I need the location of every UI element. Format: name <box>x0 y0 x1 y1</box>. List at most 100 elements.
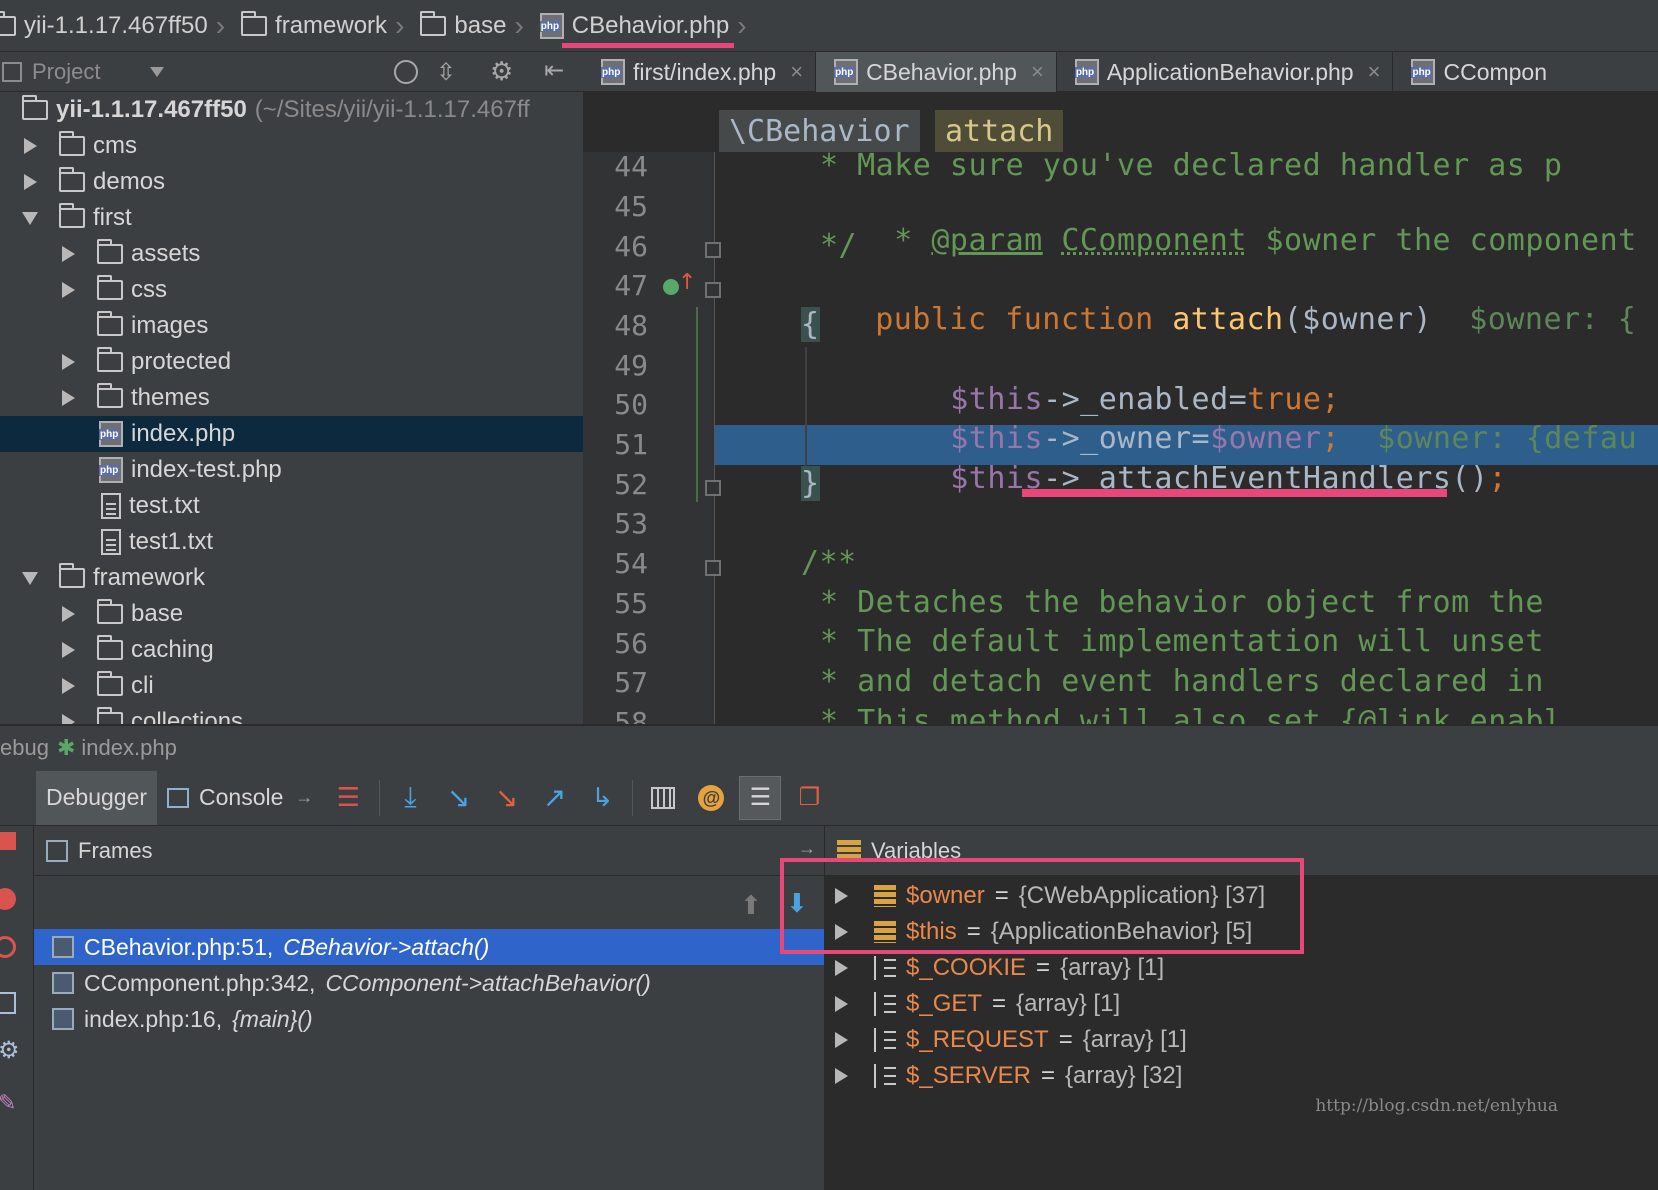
expand-arrow-icon[interactable] <box>62 642 75 658</box>
step-out-button[interactable]: ↗ <box>530 776 578 820</box>
expand-arrow-icon[interactable] <box>835 960 848 976</box>
overrides-arrow-icon[interactable]: ↑ <box>678 270 696 295</box>
tree-item-css[interactable]: css <box>0 272 583 308</box>
gear-icon[interactable]: ⚙ <box>0 1036 20 1065</box>
implements-method-icon[interactable] <box>663 279 679 295</box>
gear-icon[interactable]: ⚙ <box>490 56 513 87</box>
debug-session-name[interactable]: index.php <box>81 735 176 761</box>
tree-item-protected[interactable]: protected <box>0 344 583 380</box>
restore-layout-button[interactable]: ❐ <box>785 776 833 820</box>
expand-arrow-icon[interactable] <box>835 1032 848 1048</box>
tab-cbehavior-php[interactable]: CBehavior.php × <box>816 52 1057 92</box>
collapse-arrow-icon[interactable] <box>22 211 38 225</box>
frame-row[interactable]: CBehavior.php:51, CBehavior->attach() <box>34 929 824 965</box>
tree-item-images[interactable]: images <box>0 308 583 344</box>
frame-row[interactable]: index.php:16, {main}() <box>34 1001 824 1037</box>
folder-icon <box>58 203 85 228</box>
console-icon <box>167 787 190 808</box>
variable-row-request[interactable]: $_REQUEST = {array} [1] <box>825 1022 1658 1058</box>
code-line-51: $this->_attachEventHandlers(); <box>876 426 1507 531</box>
array-icon <box>874 956 896 980</box>
tree-item-test-txt[interactable]: test.txt <box>0 488 583 524</box>
watch-button[interactable]: @ <box>687 776 735 820</box>
evaluate-expression-button[interactable] <box>639 776 687 820</box>
tree-item-framework[interactable]: framework <box>0 560 583 596</box>
expand-arrow-icon[interactable] <box>62 354 75 370</box>
expand-arrow-icon[interactable] <box>62 390 75 406</box>
editor-crumb-class[interactable]: \CBehavior <box>719 110 920 152</box>
expand-arrow-icon[interactable] <box>835 996 848 1012</box>
expand-arrow-icon[interactable] <box>62 282 75 298</box>
run-to-cursor-button[interactable]: ↳ <box>578 776 626 820</box>
pin-panel-icon[interactable]: → <box>798 838 816 859</box>
expand-arrow-icon[interactable] <box>62 246 75 262</box>
tree-item-base[interactable]: base <box>0 596 583 632</box>
close-icon[interactable]: × <box>1368 59 1381 85</box>
force-step-into-button[interactable]: ↘ <box>482 776 530 820</box>
fold-marker-icon[interactable] <box>705 480 721 496</box>
pin-tab-icon[interactable]: → <box>295 787 313 808</box>
breadcrumb-item-project-root[interactable]: yii-1.1.17.467ff50 › <box>0 0 233 52</box>
show-execution-point-button[interactable]: ☰ <box>323 776 373 820</box>
tree-item-caching[interactable]: caching <box>0 632 583 668</box>
fold-marker-icon[interactable] <box>705 560 721 576</box>
project-view-selector[interactable]: Project <box>32 59 100 85</box>
tree-item-first[interactable]: first <box>0 200 583 236</box>
previous-frame-arrow-icon[interactable]: ⬆ <box>740 890 762 921</box>
folder-icon <box>96 239 123 264</box>
tree-item-cms[interactable]: cms <box>0 128 583 164</box>
layout-icon[interactable] <box>0 992 16 1014</box>
tree-item-index-php[interactable]: index.php <box>0 416 583 452</box>
variable-row-server[interactable]: $_SERVER = {array} [32] <box>825 1058 1658 1094</box>
folder-icon <box>96 671 123 696</box>
collapse-all-icon[interactable]: ⇳ <box>436 58 456 87</box>
tree-item-label: images <box>131 312 209 339</box>
tree-item-label: css <box>131 276 167 303</box>
tab-first-index-php[interactable]: first/index.php × <box>583 52 817 92</box>
pin-icon[interactable]: ✎ <box>0 1090 16 1116</box>
frame-row[interactable]: CComponent.php:342, CComponent->attachBe… <box>34 965 824 1001</box>
tab-applicationbehavior-php[interactable]: ApplicationBehavior.php × <box>1057 52 1394 92</box>
tree-item-cli[interactable]: cli <box>0 668 583 704</box>
step-into-button[interactable]: ↘ <box>434 776 482 820</box>
step-over-button[interactable]: ⤓ <box>386 776 434 820</box>
collapse-arrow-icon[interactable] <box>22 571 38 585</box>
breadcrumb-item-base[interactable]: base › <box>418 0 531 52</box>
stop-icon[interactable] <box>0 832 16 850</box>
tree-item-collections[interactable]: collections <box>0 704 583 724</box>
tree-item-test1-txt[interactable]: test1.txt <box>0 524 583 560</box>
hide-panel-icon[interactable]: ⇤ <box>544 56 564 85</box>
dropdown-arrow-icon[interactable] <box>150 66 165 77</box>
editor-crumb-method[interactable]: attach <box>935 110 1064 152</box>
tree-item-assets[interactable]: assets <box>0 236 583 272</box>
close-icon[interactable]: × <box>790 59 803 85</box>
code-line-48: { <box>801 307 820 342</box>
expand-arrow-icon[interactable] <box>62 714 75 724</box>
expand-arrow-icon[interactable] <box>24 138 37 154</box>
expand-arrow-icon[interactable] <box>62 606 75 622</box>
tree-root[interactable]: yii-1.1.17.467ff50 (~/Sites/yii/yii-1.1.… <box>0 92 583 128</box>
tree-item-label: protected <box>131 348 232 375</box>
tab-debugger[interactable]: Debugger <box>36 770 158 825</box>
show-values-inline-button[interactable]: ☰ <box>739 775 782 820</box>
expand-arrow-icon[interactable] <box>835 1068 848 1084</box>
close-icon[interactable]: × <box>1031 59 1044 85</box>
tree-item-demos[interactable]: demos <box>0 164 583 200</box>
view-breakpoints-icon[interactable] <box>0 888 16 910</box>
mute-breakpoints-icon[interactable] <box>0 936 16 958</box>
tree-item-index-test-php[interactable]: index-test.php <box>0 452 583 488</box>
tree-item-label: collections <box>131 708 244 724</box>
locate-file-icon[interactable] <box>394 60 418 84</box>
breadcrumb-item-framework[interactable]: framework › <box>239 0 412 52</box>
code-editor[interactable]: \CBehavior attach 44 45 46 47 48 49 50 5… <box>583 92 1658 724</box>
tab-ccomponent-php[interactable]: CCompon <box>1393 52 1559 92</box>
fold-marker-icon[interactable] <box>705 282 721 298</box>
variable-row-cookie[interactable]: $_COOKIE = {array} [1] <box>825 950 1658 986</box>
fold-marker-icon[interactable] <box>705 242 721 258</box>
code-token: * <box>894 223 932 258</box>
expand-arrow-icon[interactable] <box>24 174 37 190</box>
tab-console[interactable]: Console → <box>157 771 323 825</box>
tree-item-themes[interactable]: themes <box>0 380 583 416</box>
expand-arrow-icon[interactable] <box>62 678 75 694</box>
variable-row-get[interactable]: $_GET = {array} [1] <box>825 986 1658 1022</box>
